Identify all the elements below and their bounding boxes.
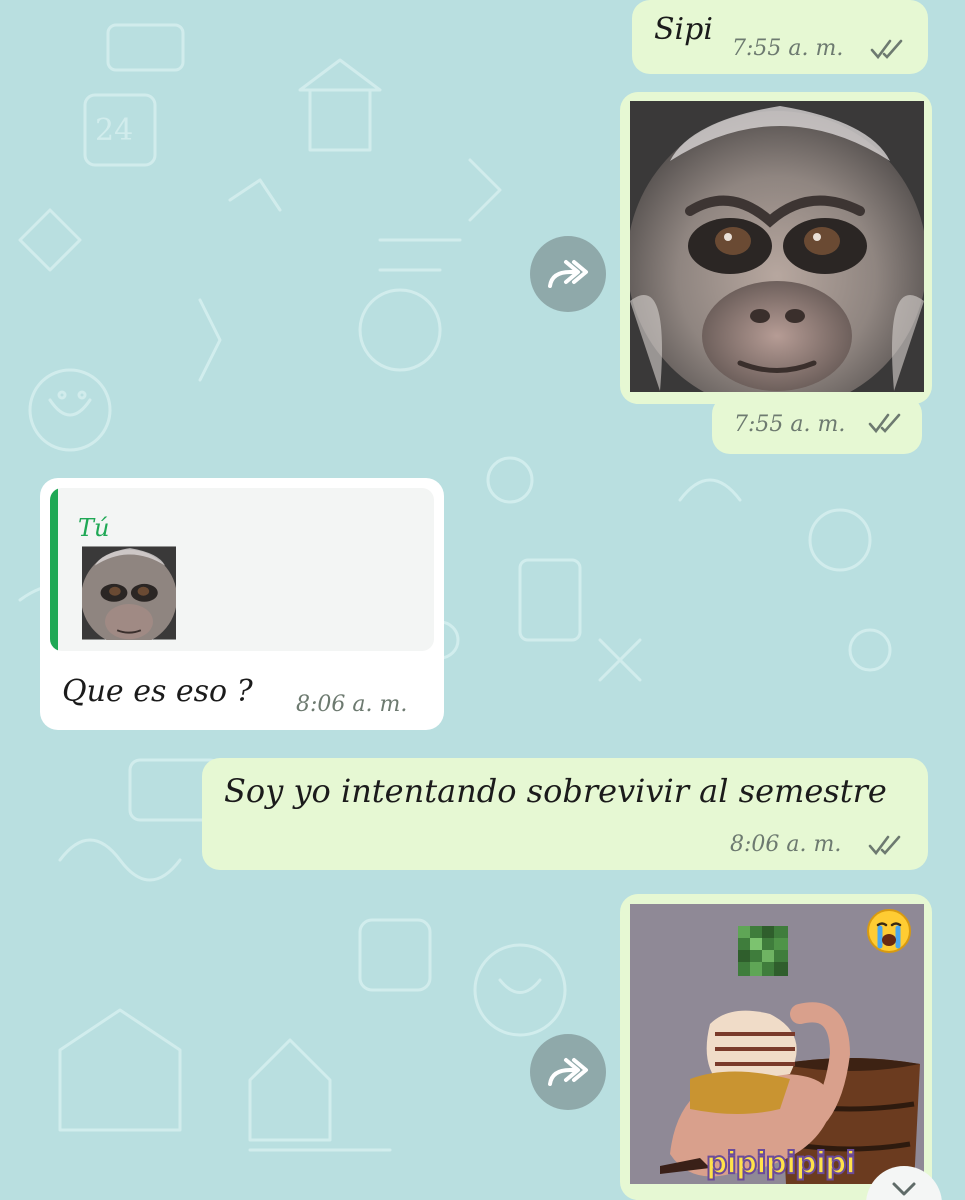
quote-author: Tú bbox=[78, 514, 110, 542]
read-ticks-icon bbox=[870, 39, 903, 60]
forward-button[interactable] bbox=[530, 236, 606, 312]
message-time: 7:55 a. m. bbox=[734, 412, 846, 437]
message-time: 8:06 a. m. bbox=[296, 692, 408, 717]
forward-button[interactable] bbox=[530, 1034, 606, 1110]
quoted-message[interactable]: Tú bbox=[50, 488, 434, 651]
read-ticks-icon bbox=[868, 835, 901, 856]
cartoon-sticker[interactable]: pipipipipi bbox=[630, 904, 924, 1184]
message-time: 8:06 a. m. bbox=[730, 832, 842, 857]
message-bubble-outgoing-text[interactable]: Soy yo intentando sobrevivir al semestre… bbox=[202, 758, 928, 870]
message-text: Sipi bbox=[654, 12, 713, 47]
svg-text:24: 24 bbox=[95, 113, 133, 148]
message-time: 7:55 a. m. bbox=[732, 36, 844, 61]
read-ticks-icon bbox=[868, 413, 901, 434]
chevron-down-icon bbox=[892, 1182, 916, 1196]
monkey-face-photo[interactable] bbox=[630, 101, 924, 392]
forward-arrow-icon bbox=[548, 260, 588, 288]
monkey-face-thumbnail bbox=[82, 546, 176, 640]
message-time-bubble: 7:55 a. m. bbox=[712, 396, 922, 454]
sticker-caption: pipipipipi bbox=[705, 1145, 857, 1182]
message-text: Que es eso ? bbox=[62, 674, 253, 709]
message-bubble-sipi[interactable]: Sipi 7:55 a. m. bbox=[632, 0, 928, 74]
message-bubble-incoming[interactable]: Tú Que es eso ? 8:06 a. m. bbox=[40, 478, 444, 730]
message-text: Soy yo intentando sobrevivir al semestre bbox=[224, 772, 887, 810]
quote-accent-bar bbox=[50, 488, 58, 651]
forward-arrow-icon bbox=[548, 1058, 588, 1086]
crying-face-icon bbox=[867, 909, 911, 953]
